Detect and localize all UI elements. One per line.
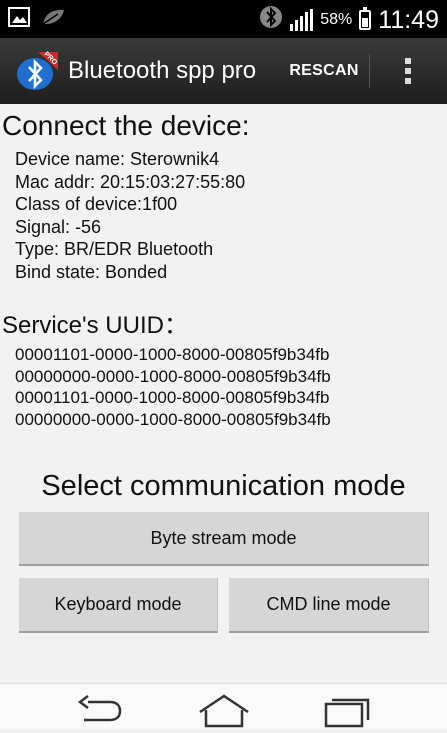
home-icon[interactable]	[194, 688, 254, 728]
signal-strength: Signal: -56	[15, 216, 102, 237]
status-right-icons: 58% 11:49	[259, 4, 439, 35]
uuid-list: 00001101-0000-1000-8000-00805f9b34fb 000…	[15, 344, 331, 430]
battery-percent: 58%	[320, 10, 353, 28]
bind-state: Bind state: Bonded	[15, 261, 168, 282]
keyboard-mode-button[interactable]: Keyboard mode	[19, 578, 218, 633]
rescan-button[interactable]: RESCAN	[282, 56, 366, 86]
action-bar: PRO Bluetooth spp pro RESCAN	[0, 38, 447, 104]
bluetooth-icon	[259, 4, 283, 35]
recent-apps-icon[interactable]	[316, 688, 376, 728]
service-uuid-heading: Service's UUID：	[2, 312, 188, 339]
status-bar: 58% 11:49	[0, 0, 447, 38]
clock: 11:49	[378, 5, 439, 34]
device-info: Device name: Sterownik4 Mac addr: 20:15:…	[15, 148, 245, 284]
mode-heading: Select communication mode	[41, 470, 406, 502]
signal-icon	[290, 8, 314, 31]
uuid-item: 00001101-0000-1000-8000-00805f9b34fb	[15, 388, 330, 408]
app-title: Bluetooth spp pro	[68, 57, 257, 84]
byte-stream-mode-button[interactable]: Byte stream mode	[19, 512, 429, 566]
navigation-bar	[0, 683, 447, 729]
uuid-item: 00000000-0000-1000-8000-00805f9b34fb	[15, 409, 331, 429]
class-of-device: Class of device:1f00	[15, 194, 178, 215]
back-icon[interactable]	[70, 688, 130, 728]
more-vert-icon[interactable]	[396, 54, 420, 88]
image-icon	[8, 7, 30, 32]
bluetooth-app-icon[interactable]: PRO	[14, 50, 60, 92]
device-type: Type: BR/EDR Bluetooth	[15, 239, 214, 260]
leaf-icon	[40, 7, 66, 32]
action-bar-divider	[369, 54, 370, 88]
uuid-item: 00001101-0000-1000-8000-00805f9b34fb	[15, 345, 330, 364]
status-left-icons	[8, 7, 66, 32]
battery-icon	[359, 6, 372, 30]
connect-heading: Connect the device:	[2, 110, 250, 141]
device-name: Device name: Sterownik4	[15, 149, 220, 169]
cmd-line-mode-button[interactable]: CMD line mode	[229, 578, 429, 633]
mac-address: Mac addr: 20:15:03:27:55:80	[15, 171, 246, 192]
uuid-item: 00000000-0000-1000-8000-00805f9b34fb	[15, 366, 331, 386]
